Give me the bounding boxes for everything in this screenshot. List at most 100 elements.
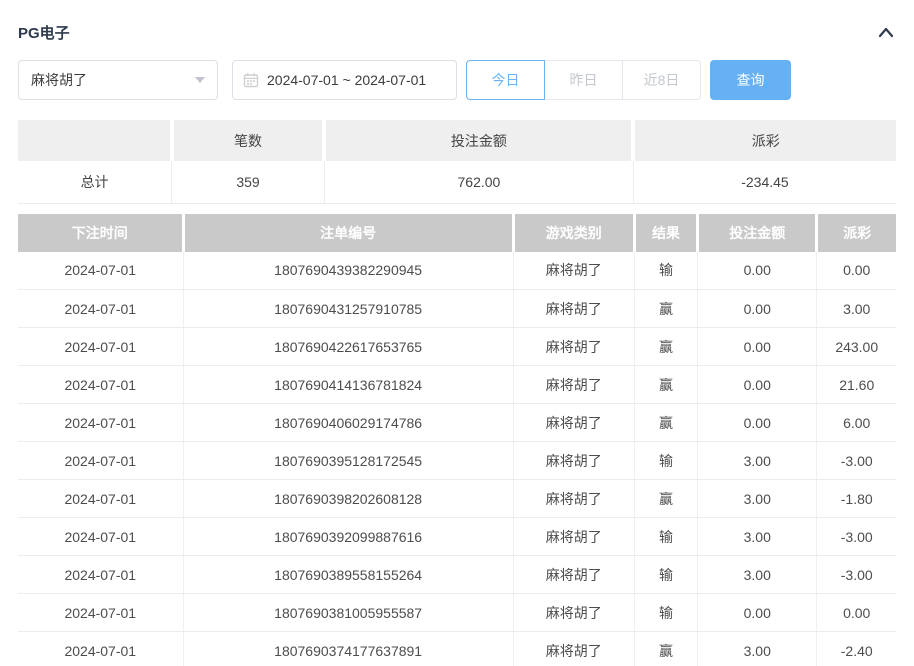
bet-amount-cell: 0.00 — [698, 290, 817, 328]
yesterday-button[interactable]: 昨日 — [544, 60, 623, 100]
bet-amount-cell: 3.00 — [698, 480, 817, 518]
payout-cell: 3.00 — [817, 290, 896, 328]
bet-time-cell: 2024-07-01 — [18, 404, 183, 442]
game-type-cell: 麻将胡了 — [513, 480, 634, 518]
summary-header-blank — [18, 120, 172, 161]
payout-cell: 0.00 — [817, 594, 896, 632]
bet-time-cell: 2024-07-01 — [18, 518, 183, 556]
filters-bar: 麻将胡了 2024-07-01 ~ 2024-07-01 今日 昨日 近8日 查… — [18, 60, 896, 100]
order-id-cell: 1807690439382290945 — [183, 252, 513, 290]
payout-cell: 243.00 — [817, 328, 896, 366]
order-id-cell: 1807690422617653765 — [183, 328, 513, 366]
payout-cell: -3.00 — [817, 556, 896, 594]
order-id-cell: 1807690392099887616 — [183, 518, 513, 556]
bet-amount-cell: 3.00 — [698, 518, 817, 556]
bet-amount-cell: 0.00 — [698, 404, 817, 442]
table-row: 2024-07-01 1807690398202608128 麻将胡了 赢 3.… — [18, 480, 896, 518]
bet-time-cell: 2024-07-01 — [18, 594, 183, 632]
summary-header-row: 笔数 投注金额 派彩 — [18, 120, 896, 161]
pg-games-panel: PG电子 麻将胡了 2024-07-01 ~ 2024-07 — [0, 0, 914, 666]
game-select[interactable]: 麻将胡了 — [18, 60, 218, 100]
bet-amount-cell: 3.00 — [698, 556, 817, 594]
payout-cell: 0.00 — [817, 252, 896, 290]
game-type-cell: 麻将胡了 — [513, 594, 634, 632]
payout-cell: -3.00 — [817, 518, 896, 556]
collapse-button[interactable] — [876, 22, 896, 42]
table-row: 2024-07-01 1807690406029174786 麻将胡了 赢 0.… — [18, 404, 896, 442]
result-cell: 输 — [634, 518, 697, 556]
bets-header-game: 游戏类别 — [513, 214, 634, 252]
table-row: 2024-07-01 1807690414136781824 麻将胡了 赢 0.… — [18, 366, 896, 404]
bets-header-payout: 派彩 — [817, 214, 896, 252]
bet-amount-cell: 0.00 — [698, 328, 817, 366]
bet-time-cell: 2024-07-01 — [18, 252, 183, 290]
table-row: 2024-07-01 1807690374177637891 麻将胡了 赢 3.… — [18, 632, 896, 666]
today-button[interactable]: 今日 — [466, 60, 545, 100]
bet-time-cell: 2024-07-01 — [18, 556, 183, 594]
table-row: 2024-07-01 1807690422617653765 麻将胡了 赢 0.… — [18, 328, 896, 366]
last-8-days-button[interactable]: 近8日 — [622, 60, 701, 100]
calendar-icon — [243, 72, 259, 88]
bet-amount-cell: 3.00 — [698, 442, 817, 480]
payout-cell: -1.80 — [817, 480, 896, 518]
order-id-cell: 1807690374177637891 — [183, 632, 513, 666]
game-type-cell: 麻将胡了 — [513, 518, 634, 556]
summary-total-row: 总计 359 762.00 -234.45 — [18, 161, 896, 203]
game-type-cell: 麻将胡了 — [513, 252, 634, 290]
summary-total-payout: -234.45 — [633, 161, 896, 203]
chevron-down-icon — [195, 77, 205, 83]
result-cell: 赢 — [634, 480, 697, 518]
date-range-input[interactable]: 2024-07-01 ~ 2024-07-01 — [232, 60, 457, 100]
summary-header-payout: 派彩 — [633, 120, 896, 161]
game-type-cell: 麻将胡了 — [513, 290, 634, 328]
order-id-cell: 1807690398202608128 — [183, 480, 513, 518]
summary-header-bet-amount: 投注金额 — [324, 120, 633, 161]
result-cell: 赢 — [634, 366, 697, 404]
summary-total-label: 总计 — [18, 161, 172, 203]
game-type-cell: 麻将胡了 — [513, 328, 634, 366]
summary-total-bet-amount: 762.00 — [324, 161, 633, 203]
bets-header-order-id: 注单编号 — [183, 214, 513, 252]
order-id-cell: 1807690406029174786 — [183, 404, 513, 442]
order-id-cell: 1807690395128172545 — [183, 442, 513, 480]
result-cell: 输 — [634, 252, 697, 290]
table-row: 2024-07-01 1807690381005955587 麻将胡了 输 0.… — [18, 594, 896, 632]
bet-time-cell: 2024-07-01 — [18, 442, 183, 480]
date-range-value: 2024-07-01 ~ 2024-07-01 — [267, 72, 426, 88]
game-type-cell: 麻将胡了 — [513, 442, 634, 480]
bet-time-cell: 2024-07-01 — [18, 366, 183, 404]
order-id-cell: 1807690431257910785 — [183, 290, 513, 328]
summary-total-count: 359 — [172, 161, 325, 203]
payout-cell: -3.00 — [817, 442, 896, 480]
result-cell: 赢 — [634, 290, 697, 328]
table-row: 2024-07-01 1807690389558155264 麻将胡了 输 3.… — [18, 556, 896, 594]
chevron-up-icon — [878, 26, 894, 38]
search-button[interactable]: 查询 — [710, 60, 791, 100]
quick-date-group: 今日 昨日 近8日 — [466, 60, 701, 100]
bet-time-cell: 2024-07-01 — [18, 290, 183, 328]
table-row: 2024-07-01 1807690395128172545 麻将胡了 输 3.… — [18, 442, 896, 480]
bet-amount-cell: 0.00 — [698, 594, 817, 632]
bet-amount-cell: 3.00 — [698, 632, 817, 666]
result-cell: 输 — [634, 556, 697, 594]
game-type-cell: 麻将胡了 — [513, 556, 634, 594]
payout-cell: -2.40 — [817, 632, 896, 666]
order-id-cell: 1807690381005955587 — [183, 594, 513, 632]
result-cell: 赢 — [634, 404, 697, 442]
bets-header-bet-amount: 投注金额 — [698, 214, 817, 252]
result-cell: 输 — [634, 442, 697, 480]
table-row: 2024-07-01 1807690431257910785 麻将胡了 赢 0.… — [18, 290, 896, 328]
bet-time-cell: 2024-07-01 — [18, 632, 183, 666]
summary-header-count: 笔数 — [172, 120, 325, 161]
game-type-cell: 麻将胡了 — [513, 632, 634, 666]
bet-time-cell: 2024-07-01 — [18, 480, 183, 518]
result-cell: 赢 — [634, 632, 697, 666]
bets-header-row: 下注时间 注单编号 游戏类别 结果 投注金额 派彩 — [18, 214, 896, 252]
order-id-cell: 1807690389558155264 — [183, 556, 513, 594]
result-cell: 输 — [634, 594, 697, 632]
panel-header: PG电子 — [18, 20, 896, 44]
game-type-cell: 麻将胡了 — [513, 366, 634, 404]
bet-amount-cell: 0.00 — [698, 366, 817, 404]
bets-header-result: 结果 — [634, 214, 697, 252]
bet-amount-cell: 0.00 — [698, 252, 817, 290]
